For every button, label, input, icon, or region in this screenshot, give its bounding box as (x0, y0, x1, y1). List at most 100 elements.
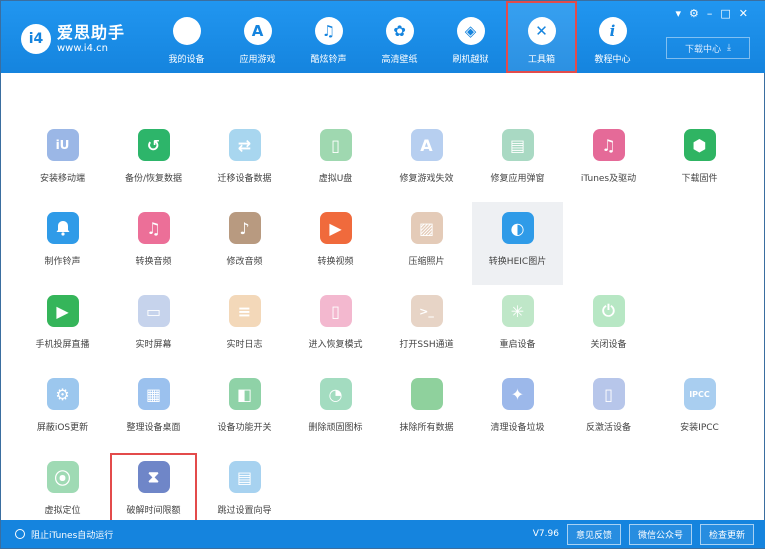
nav-label: 工具箱 (527, 55, 555, 65)
download-center-label: 下载中心 (685, 44, 722, 55)
wechat-button[interactable]: 微信公众号 (628, 523, 692, 545)
tool-label: 重启设备 (499, 340, 536, 350)
tool-clean-junk[interactable]: ✦ 清理设备垃圾 (472, 368, 563, 451)
bell-shape (56, 221, 69, 236)
maximize-icon[interactable]: □ (720, 7, 730, 20)
tool-open-ssh[interactable]: >_ 打开SSH通道 (381, 285, 472, 368)
tool-label: 屏蔽iOS更新 (36, 423, 89, 433)
close-icon[interactable]: ✕ (739, 7, 748, 20)
info-icon: i (598, 17, 627, 45)
tool-erase-data[interactable]: 抹除所有数据 (381, 368, 472, 451)
edit-audio-icon: ♪ (228, 212, 261, 244)
tool-deactivate-device[interactable]: ▯ 反激活设备 (563, 368, 654, 451)
feature-toggle-icon: ◧ (228, 378, 261, 410)
nav-label: 教程中心 (594, 55, 631, 65)
tool-label: 制作铃声 (44, 257, 81, 267)
download-center-button[interactable]: 下载中心 ⤓ (666, 37, 750, 59)
status-bar: 阻止iTunes自动运行 V7.96 意见反馈 微信公众号 检查更新 (1, 520, 765, 548)
skip-setup-icon: ▤ (228, 461, 261, 493)
tool-live-log[interactable]: ≡ 实时日志 (199, 285, 290, 368)
tool-make-ringtone[interactable]: 制作铃声 (17, 202, 108, 285)
tool-label: 破解时间限额 (126, 506, 181, 516)
tool-label: 进入恢复模式 (308, 340, 363, 350)
tool-label: 转换HEIC图片 (488, 257, 547, 267)
tool-backup-restore[interactable]: ↺ 备份/恢复数据 (108, 119, 199, 202)
tool-migrate-data[interactable]: ⇄ 迁移设备数据 (199, 119, 290, 202)
nav-tutorials[interactable]: i 教程中心 (577, 1, 648, 73)
tool-label: 压缩照片 (408, 257, 445, 267)
tool-virtual-usb[interactable]: ▯ 虚拟U盘 (290, 119, 381, 202)
tool-label: 安装移动端 (39, 174, 85, 184)
tool-edit-audio[interactable]: ♪ 修改音频 (199, 202, 290, 285)
bell-icon: ♫ (314, 17, 343, 45)
app-window: i4 爱思助手 www.i4.cn 我的设备 A 应用游戏 ♫ 酷炫铃声 ✿ 高… (0, 0, 765, 549)
clean-junk-icon: ✦ (501, 378, 534, 410)
restart-icon: ✳ (501, 295, 534, 327)
check-update-button[interactable]: 检查更新 (699, 523, 754, 545)
feedback-button[interactable]: 意见反馈 (566, 523, 621, 545)
tools-icon: ✕ (527, 17, 556, 45)
tool-block-ios-update[interactable]: ⚙ 屏蔽iOS更新 (17, 368, 108, 451)
tool-organize-desktop[interactable]: ▦ 整理设备桌面 (108, 368, 199, 451)
tool-label: 反激活设备 (585, 423, 631, 433)
app-url: www.i4.cn (57, 42, 108, 54)
radio-circle-icon (15, 529, 25, 539)
window-controls: ▾ ⚙ – □ ✕ (675, 7, 748, 20)
tool-label: 转换音频 (135, 257, 172, 267)
nav-flash-jailbreak[interactable]: ◈ 刷机越狱 (435, 1, 506, 73)
tool-live-screen[interactable]: ▭ 实时屏幕 (108, 285, 199, 368)
fix-popup-icon: ▤ (501, 129, 534, 161)
download-icon: ⤓ (727, 43, 731, 53)
tool-convert-heic[interactable]: ◐ 转换HEIC图片 (472, 202, 563, 285)
location-icon: ⦿ (46, 461, 79, 493)
convert-audio-icon: ♫ (137, 212, 170, 244)
tool-label: 抹除所有数据 (399, 423, 454, 433)
tool-label: 安装IPCC (680, 423, 719, 433)
tool-delete-stubborn-icon[interactable]: ◔ 删除顽固图标 (290, 368, 381, 451)
screen-cast-icon: ▶ (46, 295, 79, 327)
app-logo: i4 爱思助手 www.i4.cn (21, 24, 125, 54)
live-log-icon: ≡ (228, 295, 261, 327)
block-update-icon: ⚙ (46, 378, 79, 410)
tool-download-firmware[interactable]: ⬢ 下载固件 (654, 119, 745, 202)
block-itunes-toggle[interactable]: 阻止iTunes自动运行 (15, 528, 113, 541)
tool-restart-device[interactable]: ✳ 重启设备 (472, 285, 563, 368)
itunes-icon: ♫ (592, 129, 625, 161)
nav-apps-games[interactable]: A 应用游戏 (222, 1, 293, 73)
power-icon: ⏻ (592, 295, 625, 327)
nav-ringtones[interactable]: ♫ 酷炫铃声 (293, 1, 364, 73)
tool-itunes-driver[interactable]: ♫ iTunes及驱动 (563, 119, 654, 202)
tool-screen-cast[interactable]: ▶ 手机投屏直播 (17, 285, 108, 368)
nav-wallpapers[interactable]: ✿ 高清壁纸 (364, 1, 435, 73)
tool-install-mobile[interactable]: iU 安装移动端 (17, 119, 108, 202)
tool-feature-toggle[interactable]: ◧ 设备功能开关 (199, 368, 290, 451)
tool-row: iU 安装移动端 ↺ 备份/恢复数据 ⇄ 迁移设备数据 ▯ 虚拟U盘 A 修复游… (17, 119, 749, 202)
nav-my-device[interactable]: 我的设备 (151, 1, 222, 73)
minimize-icon[interactable]: – (707, 7, 713, 20)
tool-compress-photo[interactable]: ▨ 压缩照片 (381, 202, 472, 285)
live-screen-icon: ▭ (137, 295, 170, 327)
recovery-mode-icon: ▯ (319, 295, 352, 327)
tool-convert-audio[interactable]: ♫ 转换音频 (108, 202, 199, 285)
nav-label: 我的设备 (168, 55, 205, 65)
tool-label: 删除顽固图标 (308, 423, 363, 433)
tool-fix-game[interactable]: A 修复游戏失效 (381, 119, 472, 202)
fix-game-icon: A (410, 129, 443, 161)
menu-icon[interactable]: ▾ (675, 7, 681, 20)
tool-convert-video[interactable]: ▶ 转换视频 (290, 202, 381, 285)
tool-fix-popup[interactable]: ▤ 修复应用弹窗 (472, 119, 563, 202)
nav-toolbox[interactable]: ✕ 工具箱 (506, 1, 577, 73)
tool-install-ipcc[interactable]: IPCC 安装IPCC (654, 368, 745, 451)
box-icon: ◈ (456, 17, 485, 45)
tool-label: 修复应用弹窗 (490, 174, 545, 184)
hourglass-icon: ⧗ (137, 461, 170, 493)
toolbox-grid: iU 安装移动端 ↺ 备份/恢复数据 ⇄ 迁移设备数据 ▯ 虚拟U盘 A 修复游… (17, 119, 749, 534)
tool-recovery-mode[interactable]: ▯ 进入恢复模式 (290, 285, 381, 368)
tool-power-off[interactable]: ⏻ 关闭设备 (563, 285, 654, 368)
tool-label: 修复游戏失效 (399, 174, 454, 184)
tool-label: 关闭设备 (590, 340, 627, 350)
i4-mobile-icon: iU (46, 129, 79, 161)
status-actions: V7.96 意见反馈 微信公众号 检查更新 (533, 523, 754, 545)
gear-icon[interactable]: ⚙ (689, 7, 699, 20)
app-store-icon: A (243, 17, 272, 45)
